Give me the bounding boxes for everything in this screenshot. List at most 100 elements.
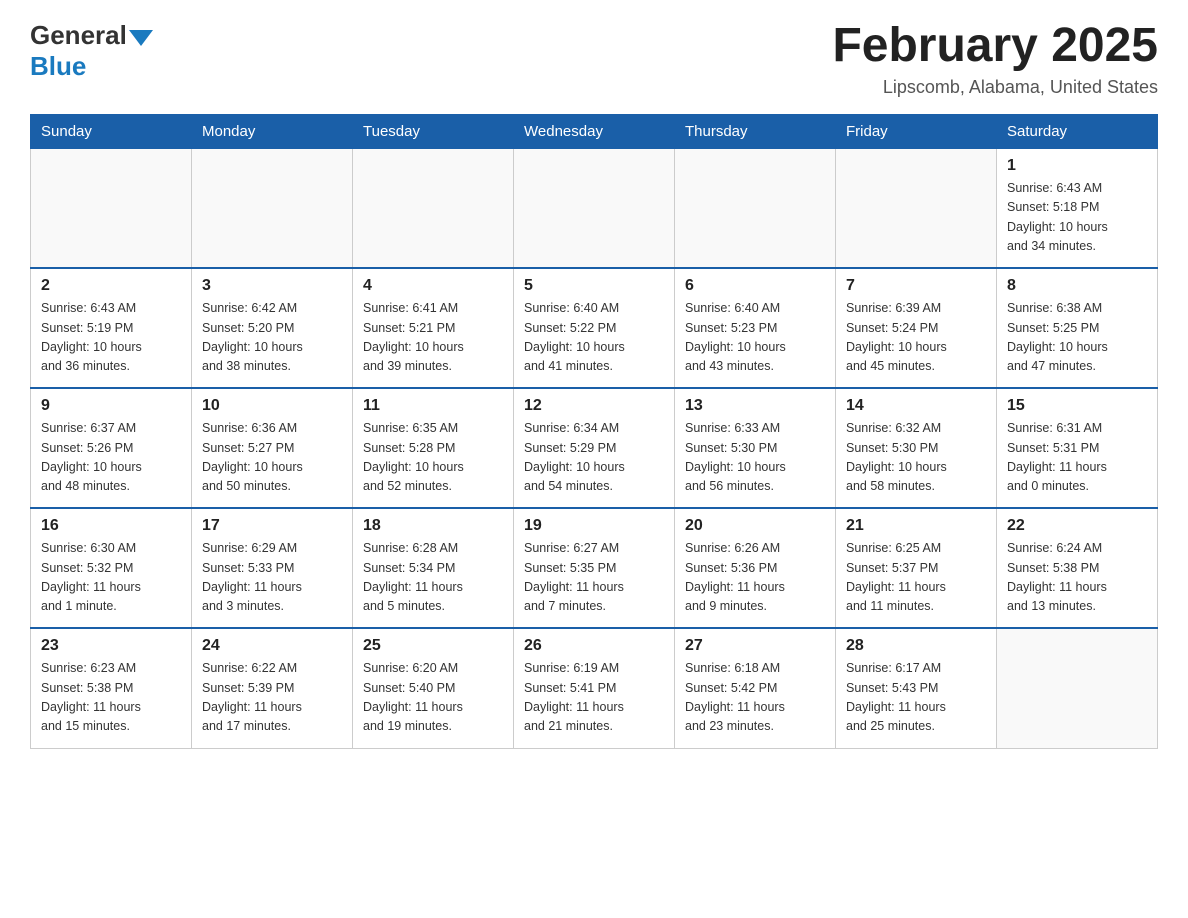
logo-arrow-icon bbox=[129, 30, 153, 46]
logo: General Blue bbox=[30, 20, 155, 82]
day-of-week-header: Tuesday bbox=[353, 114, 514, 148]
calendar-day-cell bbox=[31, 148, 192, 268]
day-number: 4 bbox=[363, 277, 503, 295]
day-number: 28 bbox=[846, 637, 986, 655]
day-info: Sunrise: 6:42 AMSunset: 5:20 PMDaylight:… bbox=[202, 299, 342, 377]
day-number: 2 bbox=[41, 277, 181, 295]
day-of-week-header: Thursday bbox=[675, 114, 836, 148]
calendar-day-cell: 15 Sunrise: 6:31 AMSunset: 5:31 PMDayligh… bbox=[997, 388, 1158, 508]
day-number: 9 bbox=[41, 397, 181, 415]
day-number: 18 bbox=[363, 517, 503, 535]
calendar-day-cell: 14 Sunrise: 6:32 AMSunset: 5:30 PMDayligh… bbox=[836, 388, 997, 508]
day-number: 1 bbox=[1007, 157, 1147, 175]
day-info: Sunrise: 6:26 AMSunset: 5:36 PMDaylight:… bbox=[685, 539, 825, 617]
calendar-day-cell: 17 Sunrise: 6:29 AMSunset: 5:33 PMDayligh… bbox=[192, 508, 353, 628]
day-number: 24 bbox=[202, 637, 342, 655]
calendar-table: SundayMondayTuesdayWednesdayThursdayFrid… bbox=[30, 114, 1158, 749]
day-info: Sunrise: 6:31 AMSunset: 5:31 PMDaylight:… bbox=[1007, 419, 1147, 497]
day-info: Sunrise: 6:38 AMSunset: 5:25 PMDaylight:… bbox=[1007, 299, 1147, 377]
calendar-week-row: 1 Sunrise: 6:43 AMSunset: 5:18 PMDaylight… bbox=[31, 148, 1158, 268]
day-number: 17 bbox=[202, 517, 342, 535]
calendar-subtitle: Lipscomb, Alabama, United States bbox=[832, 77, 1158, 98]
day-info: Sunrise: 6:40 AMSunset: 5:23 PMDaylight:… bbox=[685, 299, 825, 377]
day-number: 12 bbox=[524, 397, 664, 415]
day-info: Sunrise: 6:25 AMSunset: 5:37 PMDaylight:… bbox=[846, 539, 986, 617]
day-info: Sunrise: 6:27 AMSunset: 5:35 PMDaylight:… bbox=[524, 539, 664, 617]
title-section: February 2025 Lipscomb, Alabama, United … bbox=[832, 20, 1158, 98]
logo-blue-text: Blue bbox=[30, 51, 86, 82]
day-info: Sunrise: 6:23 AMSunset: 5:38 PMDaylight:… bbox=[41, 659, 181, 737]
day-of-week-header: Friday bbox=[836, 114, 997, 148]
calendar-day-cell: 27 Sunrise: 6:18 AMSunset: 5:42 PMDayligh… bbox=[675, 628, 836, 748]
calendar-day-cell: 20 Sunrise: 6:26 AMSunset: 5:36 PMDayligh… bbox=[675, 508, 836, 628]
day-info: Sunrise: 6:24 AMSunset: 5:38 PMDaylight:… bbox=[1007, 539, 1147, 617]
calendar-week-row: 23 Sunrise: 6:23 AMSunset: 5:38 PMDayligh… bbox=[31, 628, 1158, 748]
calendar-day-cell: 24 Sunrise: 6:22 AMSunset: 5:39 PMDayligh… bbox=[192, 628, 353, 748]
day-info: Sunrise: 6:32 AMSunset: 5:30 PMDaylight:… bbox=[846, 419, 986, 497]
calendar-week-row: 2 Sunrise: 6:43 AMSunset: 5:19 PMDaylight… bbox=[31, 268, 1158, 388]
page-header: General Blue February 2025 Lipscomb, Ala… bbox=[30, 20, 1158, 98]
calendar-day-cell bbox=[192, 148, 353, 268]
day-number: 27 bbox=[685, 637, 825, 655]
day-number: 15 bbox=[1007, 397, 1147, 415]
day-of-week-header: Monday bbox=[192, 114, 353, 148]
day-of-week-header: Sunday bbox=[31, 114, 192, 148]
calendar-week-row: 9 Sunrise: 6:37 AMSunset: 5:26 PMDaylight… bbox=[31, 388, 1158, 508]
day-info: Sunrise: 6:33 AMSunset: 5:30 PMDaylight:… bbox=[685, 419, 825, 497]
day-info: Sunrise: 6:22 AMSunset: 5:39 PMDaylight:… bbox=[202, 659, 342, 737]
day-info: Sunrise: 6:19 AMSunset: 5:41 PMDaylight:… bbox=[524, 659, 664, 737]
day-number: 11 bbox=[363, 397, 503, 415]
day-info: Sunrise: 6:34 AMSunset: 5:29 PMDaylight:… bbox=[524, 419, 664, 497]
calendar-day-cell: 16Sunrise: 6:30 AMSunset: 5:32 PMDayligh… bbox=[31, 508, 192, 628]
day-info: Sunrise: 6:41 AMSunset: 5:21 PMDaylight:… bbox=[363, 299, 503, 377]
calendar-day-cell bbox=[836, 148, 997, 268]
calendar-day-cell: 11Sunrise: 6:35 AMSunset: 5:28 PMDayligh… bbox=[353, 388, 514, 508]
calendar-week-row: 16Sunrise: 6:30 AMSunset: 5:32 PMDayligh… bbox=[31, 508, 1158, 628]
day-number: 3 bbox=[202, 277, 342, 295]
day-info: Sunrise: 6:43 AMSunset: 5:19 PMDaylight:… bbox=[41, 299, 181, 377]
day-of-week-header: Wednesday bbox=[514, 114, 675, 148]
calendar-day-cell: 6Sunrise: 6:40 AMSunset: 5:23 PMDaylight… bbox=[675, 268, 836, 388]
calendar-day-cell: 10Sunrise: 6:36 AMSunset: 5:27 PMDayligh… bbox=[192, 388, 353, 508]
day-info: Sunrise: 6:28 AMSunset: 5:34 PMDaylight:… bbox=[363, 539, 503, 617]
calendar-day-cell: 23 Sunrise: 6:23 AMSunset: 5:38 PMDayligh… bbox=[31, 628, 192, 748]
day-number: 14 bbox=[846, 397, 986, 415]
calendar-header-row: SundayMondayTuesdayWednesdayThursdayFrid… bbox=[31, 114, 1158, 148]
day-number: 19 bbox=[524, 517, 664, 535]
day-info: Sunrise: 6:37 AMSunset: 5:26 PMDaylight:… bbox=[41, 419, 181, 497]
calendar-day-cell: 7 Sunrise: 6:39 AMSunset: 5:24 PMDaylight… bbox=[836, 268, 997, 388]
calendar-day-cell: 12 Sunrise: 6:34 AMSunset: 5:29 PMDayligh… bbox=[514, 388, 675, 508]
calendar-day-cell bbox=[353, 148, 514, 268]
day-info: Sunrise: 6:43 AMSunset: 5:18 PMDaylight:… bbox=[1007, 179, 1147, 257]
calendar-day-cell: 9 Sunrise: 6:37 AMSunset: 5:26 PMDaylight… bbox=[31, 388, 192, 508]
calendar-day-cell: 18 Sunrise: 6:28 AMSunset: 5:34 PMDayligh… bbox=[353, 508, 514, 628]
day-number: 8 bbox=[1007, 277, 1147, 295]
calendar-day-cell: 5Sunrise: 6:40 AMSunset: 5:22 PMDaylight… bbox=[514, 268, 675, 388]
day-number: 10 bbox=[202, 397, 342, 415]
day-info: Sunrise: 6:17 AMSunset: 5:43 PMDaylight:… bbox=[846, 659, 986, 737]
calendar-day-cell: 28 Sunrise: 6:17 AMSunset: 5:43 PMDayligh… bbox=[836, 628, 997, 748]
day-number: 22 bbox=[1007, 517, 1147, 535]
day-of-week-header: Saturday bbox=[997, 114, 1158, 148]
calendar-day-cell: 1 Sunrise: 6:43 AMSunset: 5:18 PMDaylight… bbox=[997, 148, 1158, 268]
calendar-day-cell: 26 Sunrise: 6:19 AMSunset: 5:41 PMDayligh… bbox=[514, 628, 675, 748]
day-number: 26 bbox=[524, 637, 664, 655]
calendar-day-cell: 2 Sunrise: 6:43 AMSunset: 5:19 PMDaylight… bbox=[31, 268, 192, 388]
day-number: 25 bbox=[363, 637, 503, 655]
logo-general-text: General bbox=[30, 20, 127, 51]
day-number: 16 bbox=[41, 517, 181, 535]
calendar-day-cell: 25Sunrise: 6:20 AMSunset: 5:40 PMDayligh… bbox=[353, 628, 514, 748]
day-number: 20 bbox=[685, 517, 825, 535]
calendar-day-cell: 4 Sunrise: 6:41 AMSunset: 5:21 PMDaylight… bbox=[353, 268, 514, 388]
day-number: 21 bbox=[846, 517, 986, 535]
day-info: Sunrise: 6:18 AMSunset: 5:42 PMDaylight:… bbox=[685, 659, 825, 737]
day-info: Sunrise: 6:39 AMSunset: 5:24 PMDaylight:… bbox=[846, 299, 986, 377]
day-number: 23 bbox=[41, 637, 181, 655]
day-number: 13 bbox=[685, 397, 825, 415]
day-info: Sunrise: 6:29 AMSunset: 5:33 PMDaylight:… bbox=[202, 539, 342, 617]
day-number: 7 bbox=[846, 277, 986, 295]
calendar-day-cell bbox=[997, 628, 1158, 748]
calendar-day-cell: 19 Sunrise: 6:27 AMSunset: 5:35 PMDayligh… bbox=[514, 508, 675, 628]
calendar-day-cell bbox=[514, 148, 675, 268]
calendar-day-cell: 22 Sunrise: 6:24 AMSunset: 5:38 PMDayligh… bbox=[997, 508, 1158, 628]
